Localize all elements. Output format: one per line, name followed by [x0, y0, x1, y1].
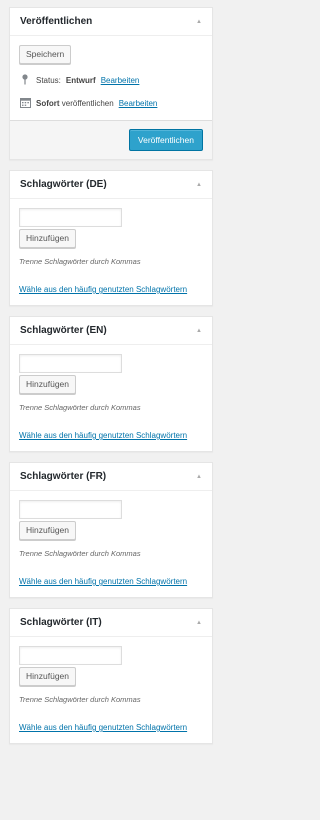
tag-box-header[interactable]: Schlagwörter (EN) ▲: [10, 317, 212, 345]
schedule-rest: veröffentlichen: [61, 99, 114, 108]
tag-box-header[interactable]: Schlagwörter (FR) ▲: [10, 463, 212, 491]
new-tag-input[interactable]: [19, 354, 122, 373]
tag-box-en: Schlagwörter (EN) ▲ Hinzufügen Trenne Sc…: [9, 316, 213, 452]
publish-actions: Veröffentlichen: [10, 120, 212, 159]
tag-box-body: Hinzufügen Trenne Schlagwörter durch Kom…: [10, 637, 212, 743]
publish-box-header[interactable]: Veröffentlichen ▲: [10, 8, 212, 36]
tag-box-it: Schlagwörter (IT) ▲ Hinzufügen Trenne Sc…: [9, 608, 213, 744]
tag-box-de: Schlagwörter (DE) ▲ Hinzufügen Trenne Sc…: [9, 170, 213, 306]
tag-cloud-link[interactable]: Wähle aus den häufig genutzten Schlagwör…: [19, 430, 203, 441]
calendar-icon: [19, 97, 31, 110]
add-tag-button[interactable]: Hinzufügen: [19, 229, 77, 248]
tag-box-header[interactable]: Schlagwörter (DE) ▲: [10, 171, 212, 199]
add-tag-button[interactable]: Hinzufügen: [19, 375, 77, 394]
tag-cloud-link[interactable]: Wähle aus den häufig genutzten Schlagwör…: [19, 722, 203, 733]
new-tag-input[interactable]: [19, 646, 122, 665]
add-tag-button[interactable]: Hinzufügen: [19, 667, 77, 686]
pin-icon: [19, 74, 31, 87]
save-draft-button[interactable]: Speichern: [19, 45, 72, 64]
edit-schedule-link[interactable]: Bearbeiten: [119, 99, 158, 108]
triangle-up-icon[interactable]: ▲: [196, 620, 202, 626]
tag-hint: Trenne Schlagwörter durch Kommas: [19, 695, 141, 704]
triangle-up-icon[interactable]: ▲: [196, 328, 202, 334]
tag-box-title: Schlagwörter (FR): [20, 471, 107, 482]
sidebar: Veröffentlichen ▲ Speichern Status: Entw…: [0, 0, 220, 744]
tag-hint: Trenne Schlagwörter durch Kommas: [19, 549, 141, 558]
tag-box-header[interactable]: Schlagwörter (IT) ▲: [10, 609, 212, 637]
triangle-up-icon[interactable]: ▲: [196, 19, 202, 25]
new-tag-input[interactable]: [19, 500, 122, 519]
publish-box-body: Speichern Status: Entwurf Bearbeiten Sof…: [10, 36, 212, 120]
schedule-text: Sofort veröffentlichen: [36, 99, 114, 108]
schedule-when: Sofort: [36, 99, 60, 108]
schedule-row: Sofort veröffentlichen Bearbeiten: [19, 97, 203, 110]
new-tag-input[interactable]: [19, 208, 122, 227]
status-row: Status: Entwurf Bearbeiten: [19, 74, 203, 87]
tag-box-body: Hinzufügen Trenne Schlagwörter durch Kom…: [10, 345, 212, 451]
tag-hint: Trenne Schlagwörter durch Kommas: [19, 403, 141, 412]
tag-box-body: Hinzufügen Trenne Schlagwörter durch Kom…: [10, 491, 212, 597]
add-tag-button[interactable]: Hinzufügen: [19, 521, 77, 540]
tag-box-body: Hinzufügen Trenne Schlagwörter durch Kom…: [10, 199, 212, 305]
status-value: Entwurf: [65, 76, 96, 85]
tag-box-title: Schlagwörter (DE): [20, 179, 107, 190]
triangle-up-icon[interactable]: ▲: [196, 182, 202, 188]
tag-box-title: Schlagwörter (IT): [20, 617, 102, 628]
tag-cloud-link[interactable]: Wähle aus den häufig genutzten Schlagwör…: [19, 284, 203, 295]
triangle-up-icon[interactable]: ▲: [196, 474, 202, 480]
publish-box: Veröffentlichen ▲ Speichern Status: Entw…: [9, 7, 213, 160]
tag-hint: Trenne Schlagwörter durch Kommas: [19, 257, 141, 266]
publish-button[interactable]: Veröffentlichen: [128, 129, 203, 151]
tag-box-fr: Schlagwörter (FR) ▲ Hinzufügen Trenne Sc…: [9, 462, 213, 598]
tag-box-title: Schlagwörter (EN): [20, 325, 107, 336]
status-label: Status:: [36, 76, 61, 85]
publish-box-title: Veröffentlichen: [20, 16, 93, 27]
tag-cloud-link[interactable]: Wähle aus den häufig genutzten Schlagwör…: [19, 576, 203, 587]
edit-status-link[interactable]: Bearbeiten: [101, 76, 140, 85]
